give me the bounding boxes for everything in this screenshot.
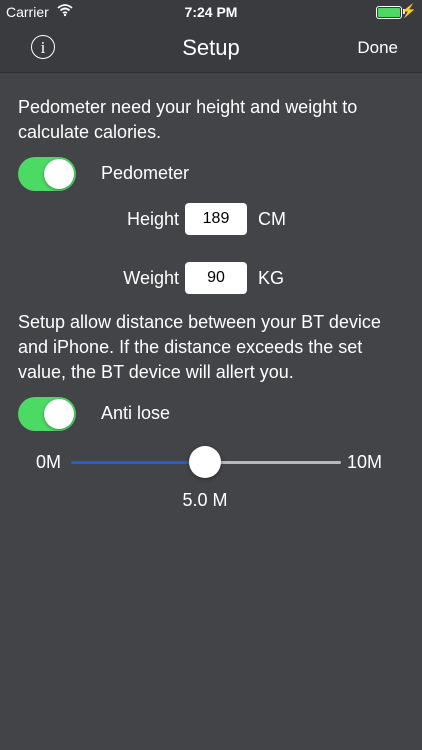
- status-bar: Carrier 7:24 PM ⚡: [0, 0, 422, 24]
- toggle-knob: [44, 159, 74, 189]
- distance-slider-thumb[interactable]: [189, 446, 221, 478]
- slider-max-label: 10M: [347, 452, 383, 472]
- pedometer-toggle-label: Pedometer: [101, 163, 190, 183]
- pedometer-toggle[interactable]: [18, 157, 76, 191]
- navigation-bar: i Setup Done: [0, 24, 422, 73]
- anti-lose-toggle[interactable]: [18, 397, 76, 431]
- height-input[interactable]: 189: [185, 203, 247, 235]
- anti-lose-toggle-label: Anti lose: [101, 403, 171, 423]
- slider-min-label: 0M: [36, 452, 62, 472]
- weight-input[interactable]: 90: [185, 262, 247, 294]
- done-button[interactable]: Done: [357, 38, 398, 58]
- toggle-knob: [44, 399, 74, 429]
- anti-lose-description: Setup allow distance between your BT dev…: [18, 312, 381, 382]
- status-time: 7:24 PM: [184, 4, 238, 20]
- height-unit: CM: [258, 209, 286, 229]
- slider-track-filled[interactable]: [71, 461, 205, 464]
- charging-icon: ⚡: [400, 3, 417, 18]
- slider-track-empty[interactable]: [205, 461, 341, 464]
- weight-label: Weight: [123, 268, 179, 288]
- battery-icon: [376, 6, 402, 19]
- height-label: Height: [126, 209, 179, 229]
- pedometer-description: Pedometer need your height and weight to…: [18, 97, 358, 142]
- distance-value: 5.0 M: [182, 490, 228, 510]
- weight-unit: KG: [258, 268, 285, 288]
